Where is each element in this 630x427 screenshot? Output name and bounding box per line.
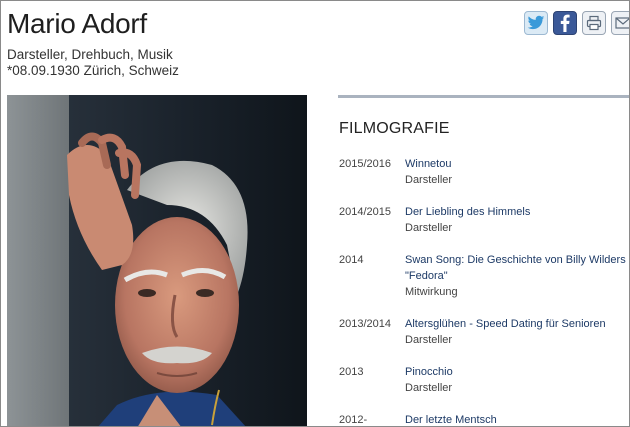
entry-role: Darsteller (405, 174, 453, 186)
entry-role: Darsteller (405, 222, 453, 234)
entry-year: 2013 (339, 366, 364, 378)
entry-title-link[interactable]: Der letzte Mentsch (405, 412, 629, 426)
entry-title-link[interactable]: Pinocchio (405, 364, 629, 380)
mail-icon[interactable] (611, 11, 629, 35)
twitter-icon[interactable] (524, 11, 548, 35)
entry-title-link[interactable]: Altersglühen - Speed Dating für Senioren (405, 316, 629, 332)
entry-role: Darsteller (405, 334, 453, 346)
print-icon[interactable] (582, 11, 606, 35)
person-birth: *08.09.1930 Zürich, Schweiz (7, 63, 179, 78)
entry-year: 2013/2014 (339, 318, 391, 330)
portrait-photo (7, 95, 307, 426)
person-name: Mario Adorf (7, 8, 147, 39)
entry-year: 2014 (339, 254, 364, 266)
share-toolbar (524, 11, 629, 35)
entry-year: 2012- (339, 414, 368, 426)
facebook-icon[interactable] (553, 11, 577, 35)
entry-title-link[interactable]: Winnetou (405, 156, 629, 172)
entry-role: Darsteller (405, 382, 453, 394)
section-divider (338, 95, 629, 98)
entry-role: Mitwirkung (405, 286, 458, 298)
entry-title-link[interactable]: Der Liebling des Himmels (405, 204, 629, 220)
page-frame: Mario Adorf Darsteller, Drehbuch, Musik … (0, 0, 630, 427)
person-professions: Darsteller, Drehbuch, Musik (7, 47, 173, 62)
entry-title-link[interactable]: Swan Song: Die Geschichte von Billy Wild… (405, 252, 629, 284)
entry-year: 2015/2016 (339, 158, 391, 170)
filmography-heading: FILMOGRAFIE (339, 120, 450, 137)
entry-year: 2014/2015 (339, 206, 391, 218)
